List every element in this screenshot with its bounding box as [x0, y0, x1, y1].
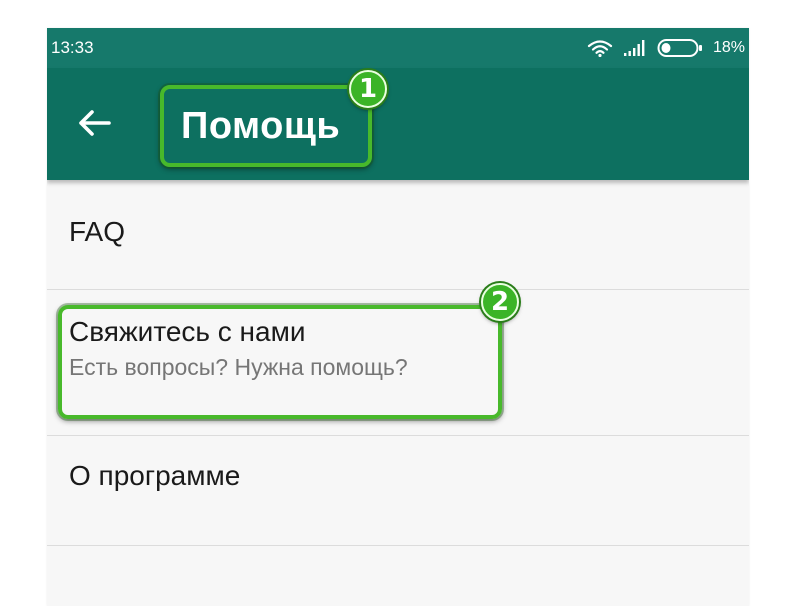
- phone-screen: 13:33 18% Помощь FAQ Свяжитесь с нами Ес…: [47, 28, 749, 606]
- app-toolbar: Помощь: [47, 68, 749, 180]
- arrow-left-icon: [77, 109, 111, 142]
- battery-icon: [657, 38, 703, 58]
- wifi-icon: [587, 39, 613, 57]
- signal-icon: [623, 39, 647, 57]
- menu-item-about-title: О программе: [69, 460, 241, 491]
- step-badge-1: 1: [349, 70, 387, 108]
- battery-percent: 18%: [712, 39, 745, 56]
- menu-item-contact-us[interactable]: Свяжитесь с нами Есть вопросы? Нужна пом…: [47, 290, 749, 436]
- help-menu-list: FAQ Свяжитесь с нами Есть вопросы? Нужна…: [47, 180, 749, 546]
- status-icons: 18%: [587, 37, 745, 59]
- menu-item-contact-us-title: Свяжитесь с нами: [69, 316, 306, 347]
- back-button[interactable]: [73, 104, 115, 146]
- step-badge-2: 2: [481, 283, 519, 321]
- menu-item-faq[interactable]: FAQ: [47, 180, 749, 290]
- page-title: Помощь: [181, 105, 341, 147]
- menu-item-contact-us-subtitle: Есть вопросы? Нужна помощь?: [69, 354, 408, 380]
- status-time: 13:33: [51, 38, 94, 57]
- menu-item-faq-title: FAQ: [69, 216, 126, 247]
- status-bar: 13:33 18%: [47, 28, 749, 68]
- menu-item-about[interactable]: О программе: [47, 436, 749, 546]
